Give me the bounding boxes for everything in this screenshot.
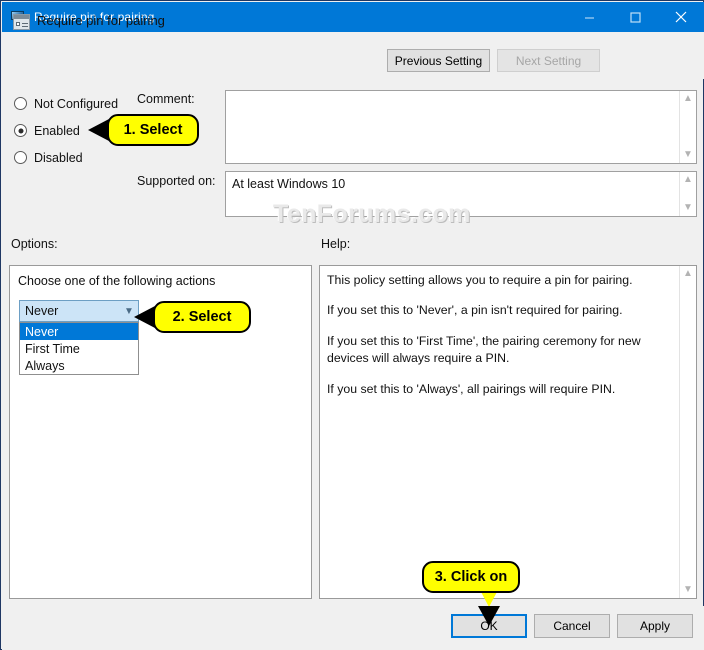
radio-enabled-label: Enabled xyxy=(34,123,80,138)
comment-label: Comment: xyxy=(137,92,195,106)
help-panel: This policy setting allows you to requir… xyxy=(319,265,697,599)
apply-button[interactable]: Apply xyxy=(617,614,693,638)
supported-scrollbar[interactable]: ▲ ▼ xyxy=(679,172,696,216)
callout-3: 3. Click on xyxy=(422,561,520,593)
close-icon[interactable] xyxy=(658,2,704,32)
comment-scrollbar[interactable]: ▲ ▼ xyxy=(679,91,696,163)
minimize-icon[interactable] xyxy=(566,2,612,32)
help-label: Help: xyxy=(321,237,351,251)
scroll-up-icon[interactable]: ▲ xyxy=(683,91,693,107)
policy-setting-dialog: Require pin for pairing Require pin for … xyxy=(0,0,704,650)
radio-disabled-circle xyxy=(14,151,27,164)
supported-on-label: Supported on: xyxy=(137,174,216,188)
callout-2-tail xyxy=(134,306,155,328)
radio-not-configured-circle xyxy=(14,97,27,110)
help-paragraph: If you set this to 'Never', a pin isn't … xyxy=(327,303,623,318)
radio-enabled-circle xyxy=(14,124,27,137)
help-scrollbar[interactable]: ▲ ▼ xyxy=(679,266,696,598)
scroll-down-icon[interactable]: ▼ xyxy=(683,147,693,163)
dropdown-option-first-time[interactable]: First Time xyxy=(20,340,138,357)
radio-disabled[interactable]: Disabled xyxy=(14,144,139,171)
action-dropdown[interactable]: Never ▼ xyxy=(19,300,139,322)
help-paragraph: If you set this to 'Always', all pairing… xyxy=(327,381,616,396)
cancel-button[interactable]: Cancel xyxy=(534,614,610,638)
page-title: Require pin for pairing xyxy=(37,13,165,28)
help-scroll-down-icon[interactable]: ▼ xyxy=(683,582,693,598)
action-dropdown-value: Never xyxy=(25,304,59,318)
help-text: This policy setting allows you to requir… xyxy=(327,272,676,411)
next-setting-button: Next Setting xyxy=(497,49,600,72)
options-caption: Choose one of the following actions xyxy=(18,274,216,288)
supported-on-field: At least Windows 10 ▲ ▼ xyxy=(225,171,697,217)
dropdown-option-never[interactable]: Never xyxy=(20,323,138,340)
previous-setting-button[interactable]: Previous Setting xyxy=(387,49,490,72)
callout-2: 2. Select xyxy=(153,301,251,333)
comment-input[interactable]: ▲ ▼ xyxy=(225,90,697,164)
radio-not-configured-label: Not Configured xyxy=(34,96,119,111)
action-dropdown-list: Never First Time Always xyxy=(19,322,139,375)
maximize-icon[interactable] xyxy=(612,2,658,32)
help-scroll-up-icon[interactable]: ▲ xyxy=(683,266,693,282)
policy-setting-icon xyxy=(13,14,30,30)
help-paragraph: This policy setting allows you to requir… xyxy=(327,273,633,287)
supported-on-value: At least Windows 10 xyxy=(232,177,346,191)
options-label: Options: xyxy=(11,237,58,251)
radio-not-configured[interactable]: Not Configured xyxy=(14,90,139,117)
help-paragraph: If you set this to 'First Time', the pai… xyxy=(327,333,641,366)
supported-scroll-up-icon[interactable]: ▲ xyxy=(683,172,693,188)
dropdown-option-always[interactable]: Always xyxy=(20,357,138,374)
callout-1-tail xyxy=(88,119,109,141)
supported-scroll-down-icon[interactable]: ▼ xyxy=(683,200,693,216)
radio-disabled-label: Disabled xyxy=(34,150,83,165)
callout-1: 1. Select xyxy=(107,114,199,146)
window-controls xyxy=(566,2,704,32)
